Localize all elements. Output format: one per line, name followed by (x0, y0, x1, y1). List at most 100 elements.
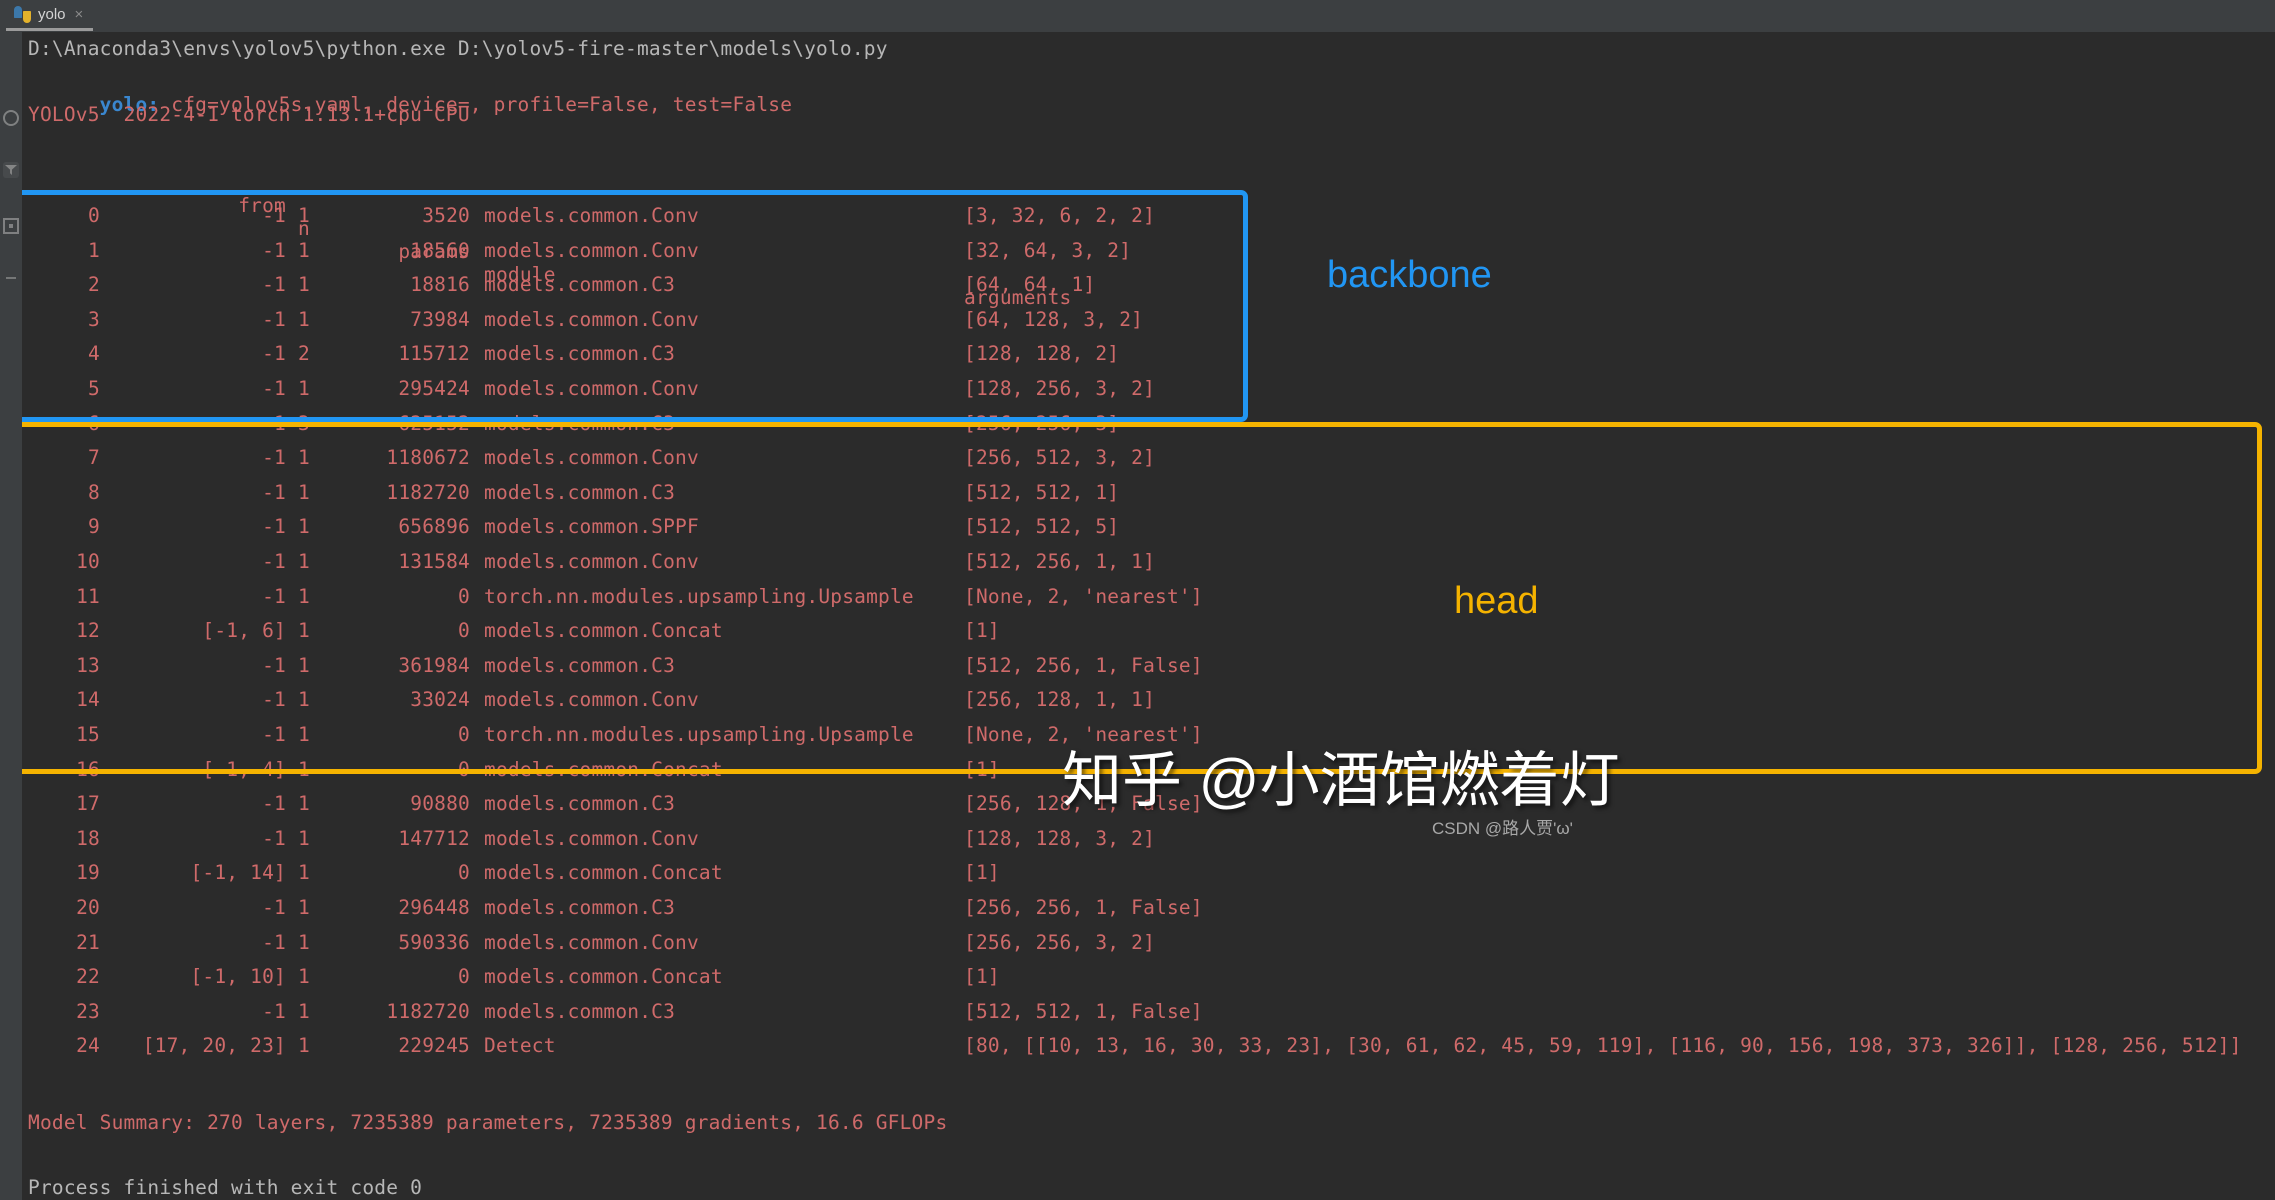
cell-n: 1 (298, 307, 310, 331)
cell-arguments: [128, 128, 2] (964, 342, 1120, 366)
cell-module: Detect (484, 1034, 556, 1058)
wrap-text-icon[interactable] (3, 270, 19, 286)
zhihu-watermark: 知乎 @小酒馆燃着灯 (1062, 747, 1620, 814)
cell-module: models.common.Concat (484, 757, 723, 781)
cell-arguments: [512, 256, 1, False] (964, 653, 1203, 677)
cell-index: 21 (76, 930, 100, 954)
rerun-icon[interactable] (3, 110, 19, 126)
cell-arguments: [256, 256, 3, 2] (964, 930, 1156, 954)
cell-module: models.common.Conv (484, 377, 699, 400)
cell-module: torch.nn.modules.upsampling.Upsample (484, 723, 914, 746)
cell-index: 24 (76, 1034, 100, 1058)
cell-n: 1 (298, 238, 310, 262)
cell-n: 1 (298, 273, 310, 297)
cell-module: models.common.Conv (484, 930, 699, 954)
cell-params: 0 (458, 723, 470, 746)
filter-icon[interactable] (3, 162, 19, 178)
cell-index: 7 (88, 446, 100, 470)
cell-index: 3 (88, 307, 100, 331)
cell-n: 1 (298, 377, 310, 400)
cell-arguments: [1] (964, 619, 1000, 643)
cell-module: models.common.Conv (484, 550, 699, 573)
tab-yolo[interactable]: yolo × (6, 0, 94, 31)
cell-params: 1182720 (386, 480, 470, 504)
cell-arguments: [1] (964, 861, 1000, 885)
cell-index: 14 (76, 688, 100, 712)
cell-module: models.common.Conv (484, 204, 699, 227)
cell-n: 1 (298, 757, 310, 781)
cell-n: 1 (298, 861, 310, 885)
cell-module: models.common.C3 (484, 999, 676, 1023)
console-version-line: YOLOv5 2022-4-1 torch 1.13.1+cpu CPU (28, 103, 470, 126)
cell-n: 1 (298, 204, 310, 227)
cell-index: 8 (88, 480, 100, 504)
cell-n: 1 (298, 584, 310, 608)
console-output[interactable]: D:\Anaconda3\envs\yolov5\python.exe D:\y… (22, 32, 2275, 1200)
cell-params: 625152 (398, 411, 470, 435)
cell-module: models.common.C3 (484, 342, 676, 366)
cell-arguments: [256, 512, 3, 2] (964, 446, 1156, 470)
cell-n: 1 (298, 723, 310, 746)
cell-from: -1 (262, 653, 286, 677)
cell-index: 17 (76, 792, 100, 816)
run-toolbar-gutter (0, 32, 22, 1200)
cell-params: 73984 (410, 307, 470, 331)
cell-index: 9 (88, 515, 100, 539)
cell-from: -1 (262, 411, 286, 435)
print-icon[interactable] (3, 218, 19, 234)
cell-params: 90880 (410, 792, 470, 816)
close-icon[interactable]: × (75, 7, 84, 22)
cell-module: models.common.C3 (484, 480, 676, 504)
cell-params: 0 (458, 861, 470, 885)
cell-index: 20 (76, 896, 100, 919)
cell-arguments: [128, 256, 3, 2] (964, 377, 1156, 400)
cell-params: 295424 (398, 377, 470, 400)
cell-index: 12 (76, 619, 100, 643)
cell-arguments: [256, 256, 1, False] (964, 896, 1203, 919)
cell-arguments: [128, 128, 3, 2] (964, 826, 1156, 850)
cell-index: 23 (76, 999, 100, 1023)
cell-params: 590336 (398, 930, 470, 954)
cell-arguments: [80, [[10, 13, 16, 30, 33, 23], [30, 61,… (964, 1034, 2242, 1058)
cell-from: -1 (262, 515, 286, 539)
cell-from: -1 (262, 826, 286, 850)
backbone-annotation-label: backbone (1327, 254, 1492, 296)
cell-module: models.common.Conv (484, 446, 699, 470)
cell-arguments: [256, 256, 3] (964, 411, 1120, 435)
cell-n: 1 (298, 688, 310, 712)
cell-params: 3520 (422, 204, 470, 227)
cell-from: -1 (262, 342, 286, 366)
tab-label: yolo (38, 5, 66, 23)
cell-index: 0 (88, 204, 100, 227)
cell-params: 147712 (398, 826, 470, 850)
csdn-watermark: CSDN @路人贾'ω' (1432, 819, 1573, 838)
cell-from: -1 (262, 792, 286, 816)
cell-arguments: [32, 64, 3, 2] (964, 238, 1132, 262)
cell-params: 229245 (398, 1034, 470, 1058)
cell-arguments: [512, 512, 1, False] (964, 999, 1203, 1023)
cell-from: -1 (262, 480, 286, 504)
cell-from: -1 (262, 273, 286, 297)
cell-params: 0 (458, 965, 470, 989)
cell-n: 1 (298, 826, 310, 850)
model-summary-line: Model Summary: 270 layers, 7235389 param… (28, 1111, 948, 1134)
cell-from: -1 (262, 377, 286, 400)
cell-index: 11 (76, 584, 100, 608)
cell-params: 296448 (398, 896, 470, 919)
cell-from: -1 (262, 204, 286, 227)
cell-n: 1 (298, 896, 310, 919)
cell-index: 22 (76, 965, 100, 989)
cell-params: 0 (458, 757, 470, 781)
cell-index: 13 (76, 653, 100, 677)
cell-from: [-1, 6] (202, 619, 286, 643)
head-annotation-label: head (1454, 580, 1539, 622)
cell-params: 656896 (398, 515, 470, 539)
cell-index: 5 (88, 377, 100, 400)
cell-module: models.common.Concat (484, 619, 723, 643)
process-exit-line: Process finished with exit code 0 (28, 1176, 423, 1199)
cell-params: 18560 (410, 238, 470, 262)
cell-arguments: [512, 512, 1] (964, 480, 1120, 504)
cell-index: 6 (88, 411, 100, 435)
cell-params: 0 (458, 584, 470, 608)
cell-index: 15 (76, 723, 100, 746)
